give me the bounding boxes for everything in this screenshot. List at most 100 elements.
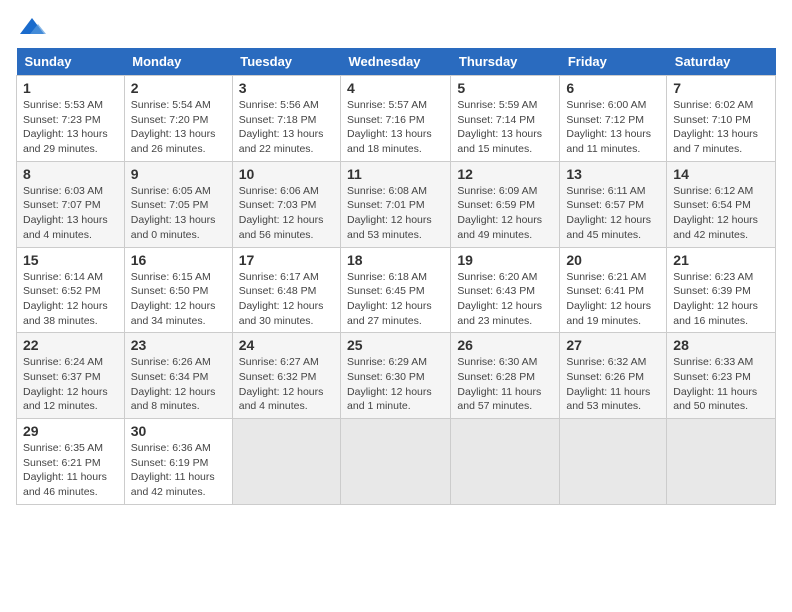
day-number: 4 [347,80,444,96]
day-info: Sunrise: 6:03 AM Sunset: 7:07 PM Dayligh… [23,184,118,243]
calendar-day-cell: 3 Sunrise: 5:56 AM Sunset: 7:18 PM Daylig… [232,76,340,162]
day-number: 21 [673,252,769,268]
day-info: Sunrise: 6:27 AM Sunset: 6:32 PM Dayligh… [239,355,334,414]
day-info: Sunrise: 5:53 AM Sunset: 7:23 PM Dayligh… [23,98,118,157]
calendar-week-row: 29 Sunrise: 6:35 AM Sunset: 6:21 PM Dayli… [17,419,776,505]
calendar-day-cell [667,419,776,505]
calendar-day-cell: 14 Sunrise: 6:12 AM Sunset: 6:54 PM Dayli… [667,161,776,247]
day-info: Sunrise: 6:26 AM Sunset: 6:34 PM Dayligh… [131,355,226,414]
day-info: Sunrise: 6:17 AM Sunset: 6:48 PM Dayligh… [239,270,334,329]
day-info: Sunrise: 6:35 AM Sunset: 6:21 PM Dayligh… [23,441,118,500]
day-number: 10 [239,166,334,182]
calendar-table: SundayMondayTuesdayWednesdayThursdayFrid… [16,48,776,505]
calendar-day-cell [232,419,340,505]
day-number: 15 [23,252,118,268]
weekday-header-monday: Monday [124,48,232,76]
calendar-day-cell: 22 Sunrise: 6:24 AM Sunset: 6:37 PM Dayli… [17,333,125,419]
calendar-day-cell: 21Sunrise: 6:23 AM Sunset: 6:39 PM Dayli… [667,247,776,333]
day-info: Sunrise: 6:20 AM Sunset: 6:43 PM Dayligh… [457,270,553,329]
day-number: 5 [457,80,553,96]
day-number: 11 [347,166,444,182]
calendar-week-row: 8 Sunrise: 6:03 AM Sunset: 7:07 PM Daylig… [17,161,776,247]
day-info: Sunrise: 6:11 AM Sunset: 6:57 PM Dayligh… [566,184,660,243]
calendar-day-cell: 20 Sunrise: 6:21 AM Sunset: 6:41 PM Dayli… [560,247,667,333]
day-number: 7 [673,80,769,96]
logo [16,16,46,38]
day-info: Sunrise: 6:05 AM Sunset: 7:05 PM Dayligh… [131,184,226,243]
calendar-day-cell: 27 Sunrise: 6:32 AM Sunset: 6:26 PM Dayli… [560,333,667,419]
day-info: Sunrise: 5:56 AM Sunset: 7:18 PM Dayligh… [239,98,334,157]
calendar-day-cell [560,419,667,505]
calendar-day-cell: 4 Sunrise: 5:57 AM Sunset: 7:16 PM Daylig… [341,76,451,162]
calendar-day-cell: 1 Sunrise: 5:53 AM Sunset: 7:23 PM Daylig… [17,76,125,162]
day-number: 28 [673,337,769,353]
day-info: Sunrise: 6:00 AM Sunset: 7:12 PM Dayligh… [566,98,660,157]
day-number: 12 [457,166,553,182]
day-info: Sunrise: 6:14 AM Sunset: 6:52 PM Dayligh… [23,270,118,329]
day-info: Sunrise: 5:54 AM Sunset: 7:20 PM Dayligh… [131,98,226,157]
calendar-day-cell [341,419,451,505]
calendar-day-cell: 29 Sunrise: 6:35 AM Sunset: 6:21 PM Dayli… [17,419,125,505]
calendar-day-cell [451,419,560,505]
day-info: Sunrise: 6:18 AM Sunset: 6:45 PM Dayligh… [347,270,444,329]
day-number: 20 [566,252,660,268]
day-number: 8 [23,166,118,182]
calendar-day-cell: 13 Sunrise: 6:11 AM Sunset: 6:57 PM Dayli… [560,161,667,247]
day-number: 17 [239,252,334,268]
day-number: 16 [131,252,226,268]
day-number: 23 [131,337,226,353]
day-number: 29 [23,423,118,439]
calendar-day-cell: 5Sunrise: 5:59 AM Sunset: 7:14 PM Daylig… [451,76,560,162]
weekday-header-thursday: Thursday [451,48,560,76]
day-number: 26 [457,337,553,353]
calendar-day-cell: 28 Sunrise: 6:33 AM Sunset: 6:23 PM Dayli… [667,333,776,419]
calendar-week-row: 22 Sunrise: 6:24 AM Sunset: 6:37 PM Dayli… [17,333,776,419]
day-number: 9 [131,166,226,182]
day-info: Sunrise: 6:30 AM Sunset: 6:28 PM Dayligh… [457,355,553,414]
day-number: 30 [131,423,226,439]
day-info: Sunrise: 6:02 AM Sunset: 7:10 PM Dayligh… [673,98,769,157]
calendar-day-cell: 17 Sunrise: 6:17 AM Sunset: 6:48 PM Dayli… [232,247,340,333]
page-header [16,16,776,38]
day-number: 3 [239,80,334,96]
day-info: Sunrise: 6:09 AM Sunset: 6:59 PM Dayligh… [457,184,553,243]
day-number: 18 [347,252,444,268]
weekday-header-friday: Friday [560,48,667,76]
calendar-day-cell: 9 Sunrise: 6:05 AM Sunset: 7:05 PM Daylig… [124,161,232,247]
weekday-header-saturday: Saturday [667,48,776,76]
calendar-day-cell: 16 Sunrise: 6:15 AM Sunset: 6:50 PM Dayli… [124,247,232,333]
day-info: Sunrise: 6:24 AM Sunset: 6:37 PM Dayligh… [23,355,118,414]
weekday-header-sunday: Sunday [17,48,125,76]
day-number: 22 [23,337,118,353]
calendar-day-cell: 15 Sunrise: 6:14 AM Sunset: 6:52 PM Dayli… [17,247,125,333]
day-number: 27 [566,337,660,353]
calendar-day-cell: 19 Sunrise: 6:20 AM Sunset: 6:43 PM Dayli… [451,247,560,333]
day-number: 6 [566,80,660,96]
day-info: Sunrise: 6:32 AM Sunset: 6:26 PM Dayligh… [566,355,660,414]
calendar-day-cell: 24 Sunrise: 6:27 AM Sunset: 6:32 PM Dayli… [232,333,340,419]
calendar-day-cell: 18 Sunrise: 6:18 AM Sunset: 6:45 PM Dayli… [341,247,451,333]
calendar-day-cell: 7 Sunrise: 6:02 AM Sunset: 7:10 PM Daylig… [667,76,776,162]
day-info: Sunrise: 6:12 AM Sunset: 6:54 PM Dayligh… [673,184,769,243]
day-info: Sunrise: 5:57 AM Sunset: 7:16 PM Dayligh… [347,98,444,157]
day-number: 13 [566,166,660,182]
calendar-day-cell: 6 Sunrise: 6:00 AM Sunset: 7:12 PM Daylig… [560,76,667,162]
calendar-day-cell: 11 Sunrise: 6:08 AM Sunset: 7:01 PM Dayli… [341,161,451,247]
calendar-header-row: SundayMondayTuesdayWednesdayThursdayFrid… [17,48,776,76]
day-info: Sunrise: 6:36 AM Sunset: 6:19 PM Dayligh… [131,441,226,500]
calendar-day-cell: 23 Sunrise: 6:26 AM Sunset: 6:34 PM Dayli… [124,333,232,419]
weekday-header-wednesday: Wednesday [341,48,451,76]
logo-icon [18,16,46,38]
day-number: 24 [239,337,334,353]
calendar-day-cell: 12 Sunrise: 6:09 AM Sunset: 6:59 PM Dayli… [451,161,560,247]
day-info: Sunrise: 6:08 AM Sunset: 7:01 PM Dayligh… [347,184,444,243]
day-info: Sunrise: 6:21 AM Sunset: 6:41 PM Dayligh… [566,270,660,329]
calendar-day-cell: 30 Sunrise: 6:36 AM Sunset: 6:19 PM Dayli… [124,419,232,505]
day-info: Sunrise: 6:15 AM Sunset: 6:50 PM Dayligh… [131,270,226,329]
day-number: 14 [673,166,769,182]
day-info: Sunrise: 6:33 AM Sunset: 6:23 PM Dayligh… [673,355,769,414]
calendar-body: 1 Sunrise: 5:53 AM Sunset: 7:23 PM Daylig… [17,76,776,505]
day-number: 1 [23,80,118,96]
day-number: 19 [457,252,553,268]
calendar-day-cell: 2Sunrise: 5:54 AM Sunset: 7:20 PM Daylig… [124,76,232,162]
